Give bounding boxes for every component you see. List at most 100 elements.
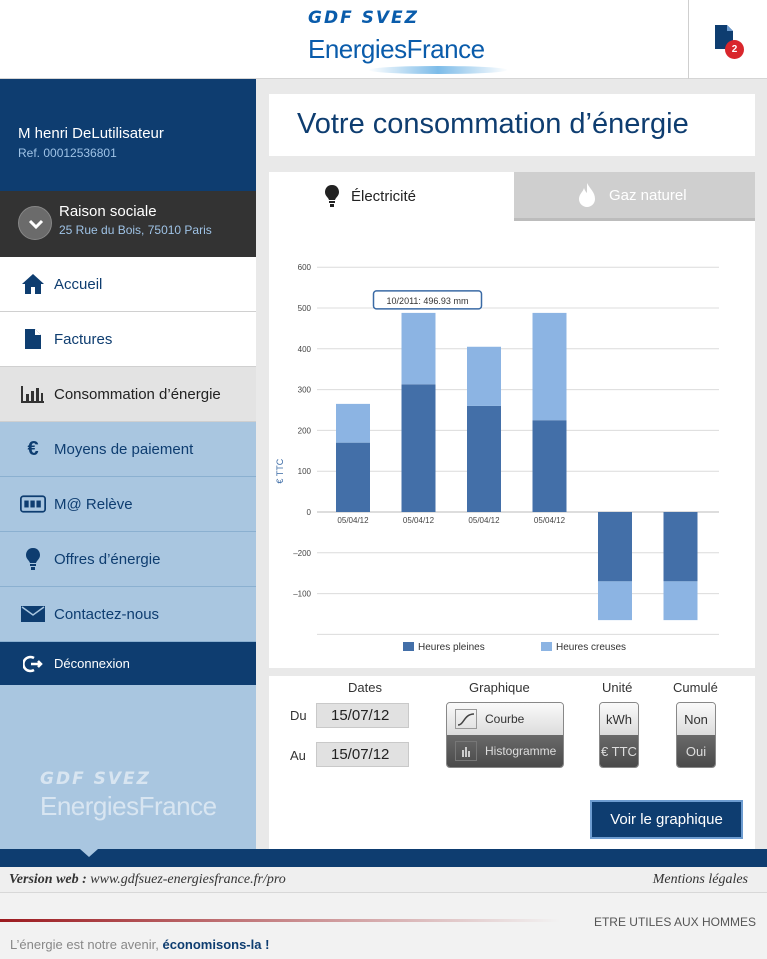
y-tick-label: –200 <box>293 549 311 558</box>
footer-bar <box>0 849 767 867</box>
y-tick-label: 100 <box>298 467 312 476</box>
user-reference: Ref. 00012536801 <box>18 146 117 160</box>
home-icon <box>20 271 46 297</box>
sidebar-watermark-logo: GDF SVEZ EnergiesFrance <box>40 769 217 822</box>
bar-heures-pleines <box>467 405 501 512</box>
from-label: Du <box>290 708 307 723</box>
x-tick-label: 05/04/12 <box>337 516 369 525</box>
legend-label: Heures creuses <box>556 642 626 653</box>
company-name: Raison sociale <box>59 203 157 220</box>
show-graph-button[interactable]: Voir le graphique <box>590 800 743 839</box>
title-card: Votre consommation d’énergie <box>269 94 755 156</box>
version-url: www.gdfsuez-energiesfrance.fr/pro <box>90 872 286 887</box>
unit-toggle: kWh € TTC <box>599 702 639 768</box>
y-axis-label: € TTC <box>275 458 285 483</box>
date-to-field[interactable]: 15/07/12 <box>316 742 409 767</box>
sidebar-item-label: Factures <box>54 330 113 348</box>
tab-gaz-naturel[interactable]: Gaz naturel <box>514 172 755 221</box>
date-from-field[interactable]: 15/07/12 <box>316 703 409 728</box>
sidebar-item-label: M@ Relève <box>54 495 133 513</box>
sidebar-item-consommation[interactable]: Consommation d’énergie <box>0 367 256 422</box>
unit-euro-option[interactable]: € TTC <box>600 735 638 767</box>
page-title: Votre consommation d’énergie <box>297 108 689 140</box>
graph-header: Graphique <box>469 680 530 695</box>
unit-header: Unité <box>602 680 633 695</box>
cumul-oui-option[interactable]: Oui <box>677 735 715 767</box>
sidebar-item-factures[interactable]: Factures <box>0 312 256 367</box>
y-tick-label: –100 <box>293 590 311 599</box>
histogram-icon <box>455 741 477 761</box>
brand-logo[interactable]: GDF SVEZ EnergiesFrance <box>308 8 508 74</box>
dates-header: Dates <box>348 680 382 695</box>
tagline-bold: économisons-la ! <box>162 937 270 952</box>
lightbulb-icon <box>324 184 340 212</box>
x-tick-label: 05/04/12 <box>534 516 566 525</box>
legal-link[interactable]: Mentions légales <box>653 872 748 888</box>
logo-line2: EnergiesFrance <box>308 34 485 64</box>
sidebar-item-offres[interactable]: Offres d’énergie <box>0 532 256 587</box>
footer-bottom: ETRE UTILES AUX HOMMES L’énergie est not… <box>0 893 767 959</box>
tab-electricite[interactable]: Électricité <box>269 172 514 221</box>
header-divider <box>688 0 689 79</box>
tab-label: Gaz naturel <box>609 186 687 204</box>
bar-heures-creuses <box>467 346 501 406</box>
sidebar-item-paiement[interactable]: € Moyens de paiement <box>0 422 256 477</box>
logout-button[interactable]: Déconnexion <box>0 642 256 685</box>
y-tick-label: 0 <box>307 508 312 517</box>
sidebar-item-contact[interactable]: Contactez-nous <box>0 587 256 642</box>
chevron-down-icon[interactable] <box>18 206 52 240</box>
document-icon <box>20 326 46 352</box>
consumption-chart: 600 500 400 300 200 100 0 –200 –100 € TTC 05/04/12… <box>275 263 719 653</box>
cumul-header: Cumulé <box>673 680 718 695</box>
logout-label: Déconnexion <box>54 656 130 671</box>
tagline: L’énergie est notre avenir, économisons-… <box>10 937 269 952</box>
euro-icon: € <box>27 437 39 460</box>
bar-chart-icon <box>20 381 46 407</box>
notification-badge: 2 <box>725 40 744 59</box>
sidebar-logo-line1: GDF SVEZ <box>40 769 151 789</box>
tagline-prefix: L’énergie est notre avenir, <box>10 937 159 952</box>
top-header: GDF SVEZ EnergiesFrance 2 <box>0 0 767 79</box>
version-web[interactable]: Version web : www.gdfsuez-energiesfrance… <box>9 872 286 888</box>
graph-option-label: Histogramme <box>485 744 557 758</box>
corporate-motto: ETRE UTILES AUX HOMMES <box>593 915 756 929</box>
sidebar-item-label: Consommation d’énergie <box>54 385 221 403</box>
bar-heures-creuses <box>598 581 632 621</box>
company-address: 25 Rue du Bois, 75010 Paris <box>59 223 212 237</box>
y-tick-label: 500 <box>298 304 312 313</box>
bar-heures-pleines <box>663 512 698 582</box>
cumul-non-option[interactable]: Non <box>677 703 715 735</box>
bar-heures-creuses <box>663 581 698 621</box>
y-tick-label: 200 <box>298 426 312 435</box>
sidebar-item-accueil[interactable]: Accueil <box>0 257 256 312</box>
unit-kwh-option[interactable]: kWh <box>600 703 638 735</box>
lightbulb-icon <box>20 546 46 572</box>
graph-option-label: Courbe <box>485 712 525 726</box>
logo-swoosh <box>368 66 508 74</box>
chart-controls: Dates Graphique Unité Cumulé Du 15/07/12… <box>269 676 755 849</box>
bar-heures-creuses <box>532 312 567 421</box>
x-tick-label: 05/04/12 <box>468 516 500 525</box>
legend-swatch <box>403 642 414 651</box>
bar-heures-pleines <box>532 420 567 512</box>
documents-button[interactable]: 2 <box>713 24 747 60</box>
graph-curve-button[interactable]: Courbe <box>447 703 563 735</box>
graph-histogram-button[interactable]: Histogramme <box>447 735 563 767</box>
chart-card: Électricité Gaz naturel 600 500 400 300 200 1… <box>269 172 755 668</box>
cumul-toggle: Non Oui <box>676 702 716 768</box>
y-tick-label: 600 <box>298 263 312 272</box>
bar-heures-creuses <box>401 312 436 385</box>
y-tick-label: 300 <box>298 386 312 395</box>
tab-label: Électricité <box>351 188 417 205</box>
slogan-line <box>0 919 560 922</box>
logout-icon <box>20 651 46 677</box>
energy-tabs: Électricité Gaz naturel <box>269 172 755 221</box>
line-chart-icon <box>455 709 477 729</box>
sidebar-item-label: Moyens de paiement <box>54 440 194 458</box>
graph-type-selector: Courbe Histogramme <box>446 702 564 768</box>
sidebar-item-releve[interactable]: M@ Relève <box>0 477 256 532</box>
meter-icon <box>20 491 46 517</box>
company-selector[interactable]: Raison sociale 25 Rue du Bois, 75010 Par… <box>0 191 256 257</box>
bar-heures-pleines <box>598 512 632 582</box>
version-prefix: Version web : <box>9 872 87 887</box>
